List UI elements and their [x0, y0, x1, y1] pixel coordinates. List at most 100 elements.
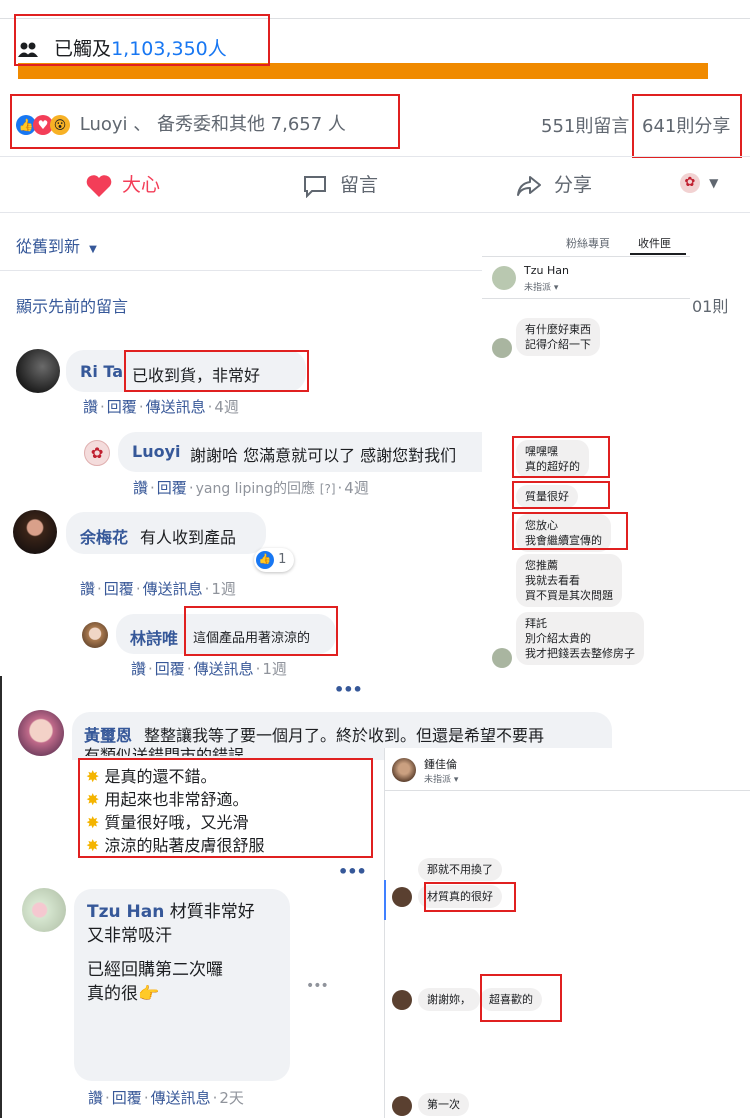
message-bubble: 那就不用換了	[418, 858, 502, 881]
commenter-name[interactable]: Tzu Han	[87, 902, 164, 922]
contact-avatar[interactable]	[392, 758, 416, 782]
comment-text: Tzu Han 材質非常好 又非常吸汗 已經回購第二次囉 真的很👉	[87, 902, 255, 1004]
send-message-link[interactable]: 傳送訊息	[194, 660, 254, 678]
like-link[interactable]: 讚	[83, 398, 98, 416]
share-label: 分享	[554, 174, 593, 196]
chevron-down-icon: ▼	[709, 175, 719, 190]
contact-avatar	[492, 648, 512, 668]
more-options-icon[interactable]: •••	[338, 862, 367, 881]
tab-inbox[interactable]: 收件匣	[638, 235, 671, 251]
comment-button[interactable]: 留言	[302, 170, 378, 198]
send-message-link[interactable]: 傳送訊息	[151, 1089, 211, 1107]
contact-name[interactable]: 鍾佳倫	[424, 756, 457, 772]
reaction-names[interactable]: Luoyi 、 备秀委和其他 7,657 人	[80, 114, 346, 135]
reply-link[interactable]: 回覆	[112, 1089, 142, 1107]
comment-label: 留言	[340, 174, 379, 196]
assign-status[interactable]: 未指派 ▾	[424, 772, 458, 785]
sparkle-icon: ✸	[86, 836, 100, 855]
avatar[interactable]	[82, 622, 108, 648]
page-avatar[interactable]: ✿	[84, 440, 110, 466]
like-link[interactable]: 讚	[131, 660, 146, 678]
shares-count[interactable]: 641則分享	[642, 112, 730, 138]
tab-inbox-underline	[630, 253, 686, 255]
like-link[interactable]: 讚	[133, 479, 148, 497]
action-bar-bottom-divider	[0, 212, 750, 213]
sort-label: 從舊到新	[16, 237, 81, 256]
comments-count-cut: 01則	[692, 297, 729, 316]
reply-link[interactable]: 回覆	[104, 580, 134, 598]
commenter-name[interactable]: Ri Ta	[80, 362, 123, 381]
contact-avatar	[392, 990, 412, 1010]
chevron-down-icon: ▾	[553, 283, 559, 293]
comment-time[interactable]: 1週	[211, 580, 236, 598]
commenter-name[interactable]: 林詩唯	[130, 625, 178, 649]
bullet-item: ✸ 是真的還不錯。	[86, 767, 217, 786]
inbox-contact-divider	[482, 298, 690, 299]
reply-link[interactable]: 回覆	[107, 398, 137, 416]
sparkle-icon: ✸	[86, 790, 100, 809]
comment-time[interactable]: 4週	[214, 398, 239, 416]
sort-dropdown[interactable]: 從舊到新 ▼	[16, 233, 97, 257]
selected-indicator	[384, 880, 386, 920]
comment-time[interactable]: 4週	[344, 479, 369, 497]
avatar[interactable]	[18, 710, 64, 756]
more-options-icon[interactable]: •••	[334, 680, 363, 699]
tab-fan-page[interactable]: 粉絲專頁	[566, 235, 610, 251]
reaction-count: 1	[278, 552, 287, 567]
contact-avatar	[392, 1096, 412, 1116]
send-message-link[interactable]: 傳送訊息	[146, 398, 206, 416]
message-bubble: 質量很好	[516, 485, 578, 508]
assign-status[interactable]: 未指派 ▾	[524, 280, 558, 293]
comment-time[interactable]: 2天	[219, 1089, 244, 1107]
replied-by-label[interactable]: yang liping的回應	[196, 481, 315, 497]
avatar[interactable]	[22, 888, 66, 932]
top-divider	[0, 18, 750, 19]
like-reaction-icon: 👍	[256, 550, 274, 569]
pointing-hand-icon: 👉	[138, 984, 160, 1004]
avatar[interactable]	[16, 349, 60, 393]
sort-chevron-icon: ▼	[89, 244, 97, 255]
crop-edge-line	[0, 676, 2, 1118]
chevron-down-icon: ▾	[453, 775, 459, 785]
comment-actions: 讚 · 回覆 · 傳送訊息 · 2天	[88, 1089, 244, 1107]
help-badge[interactable]: [?]	[320, 482, 336, 496]
inbox-panel-2	[384, 748, 750, 1118]
sparkle-icon: ✸	[86, 813, 100, 832]
sparkle-icon: ✸	[86, 767, 100, 786]
contact-name[interactable]: Tzu Han	[524, 264, 569, 277]
comment-actions: 讚 · 回覆 · yang liping的回應 [?] · 4週	[133, 479, 369, 497]
action-bar-top-divider	[0, 156, 750, 157]
reactions-row[interactable]: 👍 ♥ 😮 Luoyi 、 备秀委和其他 7,657 人	[16, 110, 346, 136]
page-logo-icon: ✿	[90, 444, 104, 462]
comment-text-line2: 有類似送錯門市的錯誤。	[84, 746, 261, 756]
share-button[interactable]: 分享	[516, 170, 592, 198]
message-bubble: 材質真的很好	[418, 885, 502, 908]
contact-avatar	[392, 887, 412, 907]
like-link[interactable]: 讚	[80, 580, 95, 598]
comment-actions: 讚 · 回覆 · 傳送訊息 · 1週	[131, 660, 287, 678]
comment-actions: 讚 · 回覆 · 傳送訊息 · 1週	[80, 580, 236, 598]
reach-count: 1,103,350人	[111, 38, 227, 60]
contact-avatar[interactable]	[492, 266, 516, 290]
send-message-link[interactable]: 傳送訊息	[143, 580, 203, 598]
message-bubble: 拜託 別介紹太貴的 我才把錢丟去整修房子	[516, 612, 644, 665]
people-icon	[18, 42, 38, 57]
comments-count[interactable]: 551則留言	[541, 112, 629, 138]
commenter-name[interactable]: 余梅花	[80, 524, 128, 548]
page-avatar-dropdown[interactable]: ✿ ▼	[680, 172, 718, 193]
reply-link[interactable]: 回覆	[157, 479, 187, 497]
reply-link[interactable]: 回覆	[155, 660, 185, 678]
love-button[interactable]: 大心	[86, 170, 160, 198]
inbox-panel-2-left-border	[384, 748, 385, 1118]
commenter-name[interactable]: Luoyi	[132, 442, 181, 461]
reaction-count-badge[interactable]: 👍 1	[254, 548, 295, 572]
page-avatar-icon: ✿	[680, 172, 700, 193]
avatar[interactable]	[13, 510, 57, 554]
comment-time[interactable]: 1週	[262, 660, 287, 678]
more-options-icon[interactable]: •••	[306, 978, 329, 994]
show-previous-comments[interactable]: 顯示先前的留言	[16, 293, 128, 317]
message-bubble: 有什麼好東西 記得介紹一下	[516, 318, 600, 356]
message-bubble: 您推薦 我就去看看 買不買是其次問題	[516, 554, 622, 607]
comment-text: 謝謝哈 您滿意就可以了 感謝您對我们	[190, 446, 457, 465]
like-link[interactable]: 讚	[88, 1089, 103, 1107]
